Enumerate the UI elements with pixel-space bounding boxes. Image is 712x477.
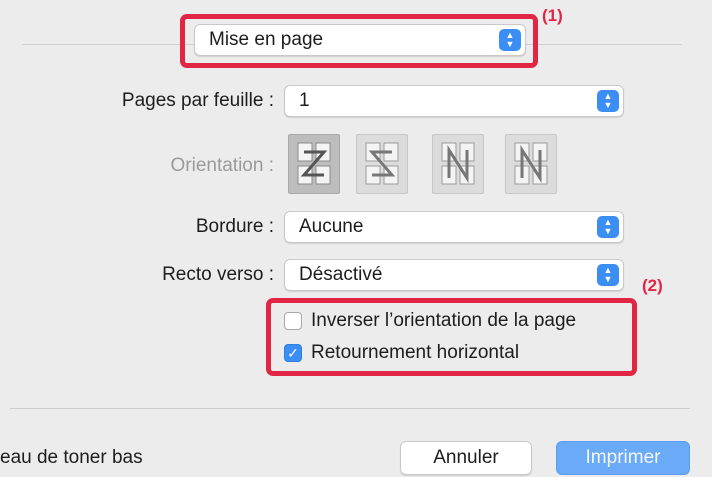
- chevron-updown-icon: ▲ ▼: [597, 264, 619, 286]
- callout-box-1: [180, 14, 538, 68]
- duplex-popup[interactable]: Désactivé ▲ ▼: [284, 259, 624, 291]
- pages-per-sheet-popup[interactable]: 1 ▲ ▼: [284, 85, 624, 117]
- callout-label-1: (1): [542, 6, 563, 25]
- pages-per-sheet-value: 1: [299, 90, 310, 111]
- print-button[interactable]: Imprimer: [556, 441, 690, 475]
- chevron-updown-icon: ▲ ▼: [597, 90, 619, 112]
- layout-s-reversed-icon: [365, 142, 399, 185]
- bottom-separator: [10, 408, 690, 409]
- orientation-n-reversed-button[interactable]: [432, 134, 484, 194]
- layout-z-icon: [297, 142, 331, 185]
- chevron-updown-icon: ▲ ▼: [597, 216, 619, 238]
- border-label: Bordure :: [195, 216, 274, 237]
- border-value: Aucune: [299, 216, 364, 237]
- orientation-n-button[interactable]: [505, 134, 557, 194]
- layout-n-icon: [514, 142, 548, 185]
- callout-label-2: (2): [642, 276, 663, 295]
- layout-n-reversed-icon: [441, 142, 475, 185]
- cancel-button[interactable]: Annuler: [400, 441, 532, 475]
- orientation-z-button[interactable]: [288, 134, 340, 194]
- border-popup[interactable]: Aucune ▲ ▼: [284, 211, 624, 243]
- duplex-label: Recto verso :: [162, 264, 274, 285]
- orientation-s-button[interactable]: [356, 134, 408, 194]
- callout-box-2: [266, 298, 637, 376]
- duplex-value: Désactivé: [299, 264, 383, 285]
- toner-status-text: eau de toner bas: [0, 447, 143, 468]
- orientation-label: Orientation :: [170, 155, 275, 176]
- pages-per-sheet-label: Pages par feuille :: [121, 90, 274, 111]
